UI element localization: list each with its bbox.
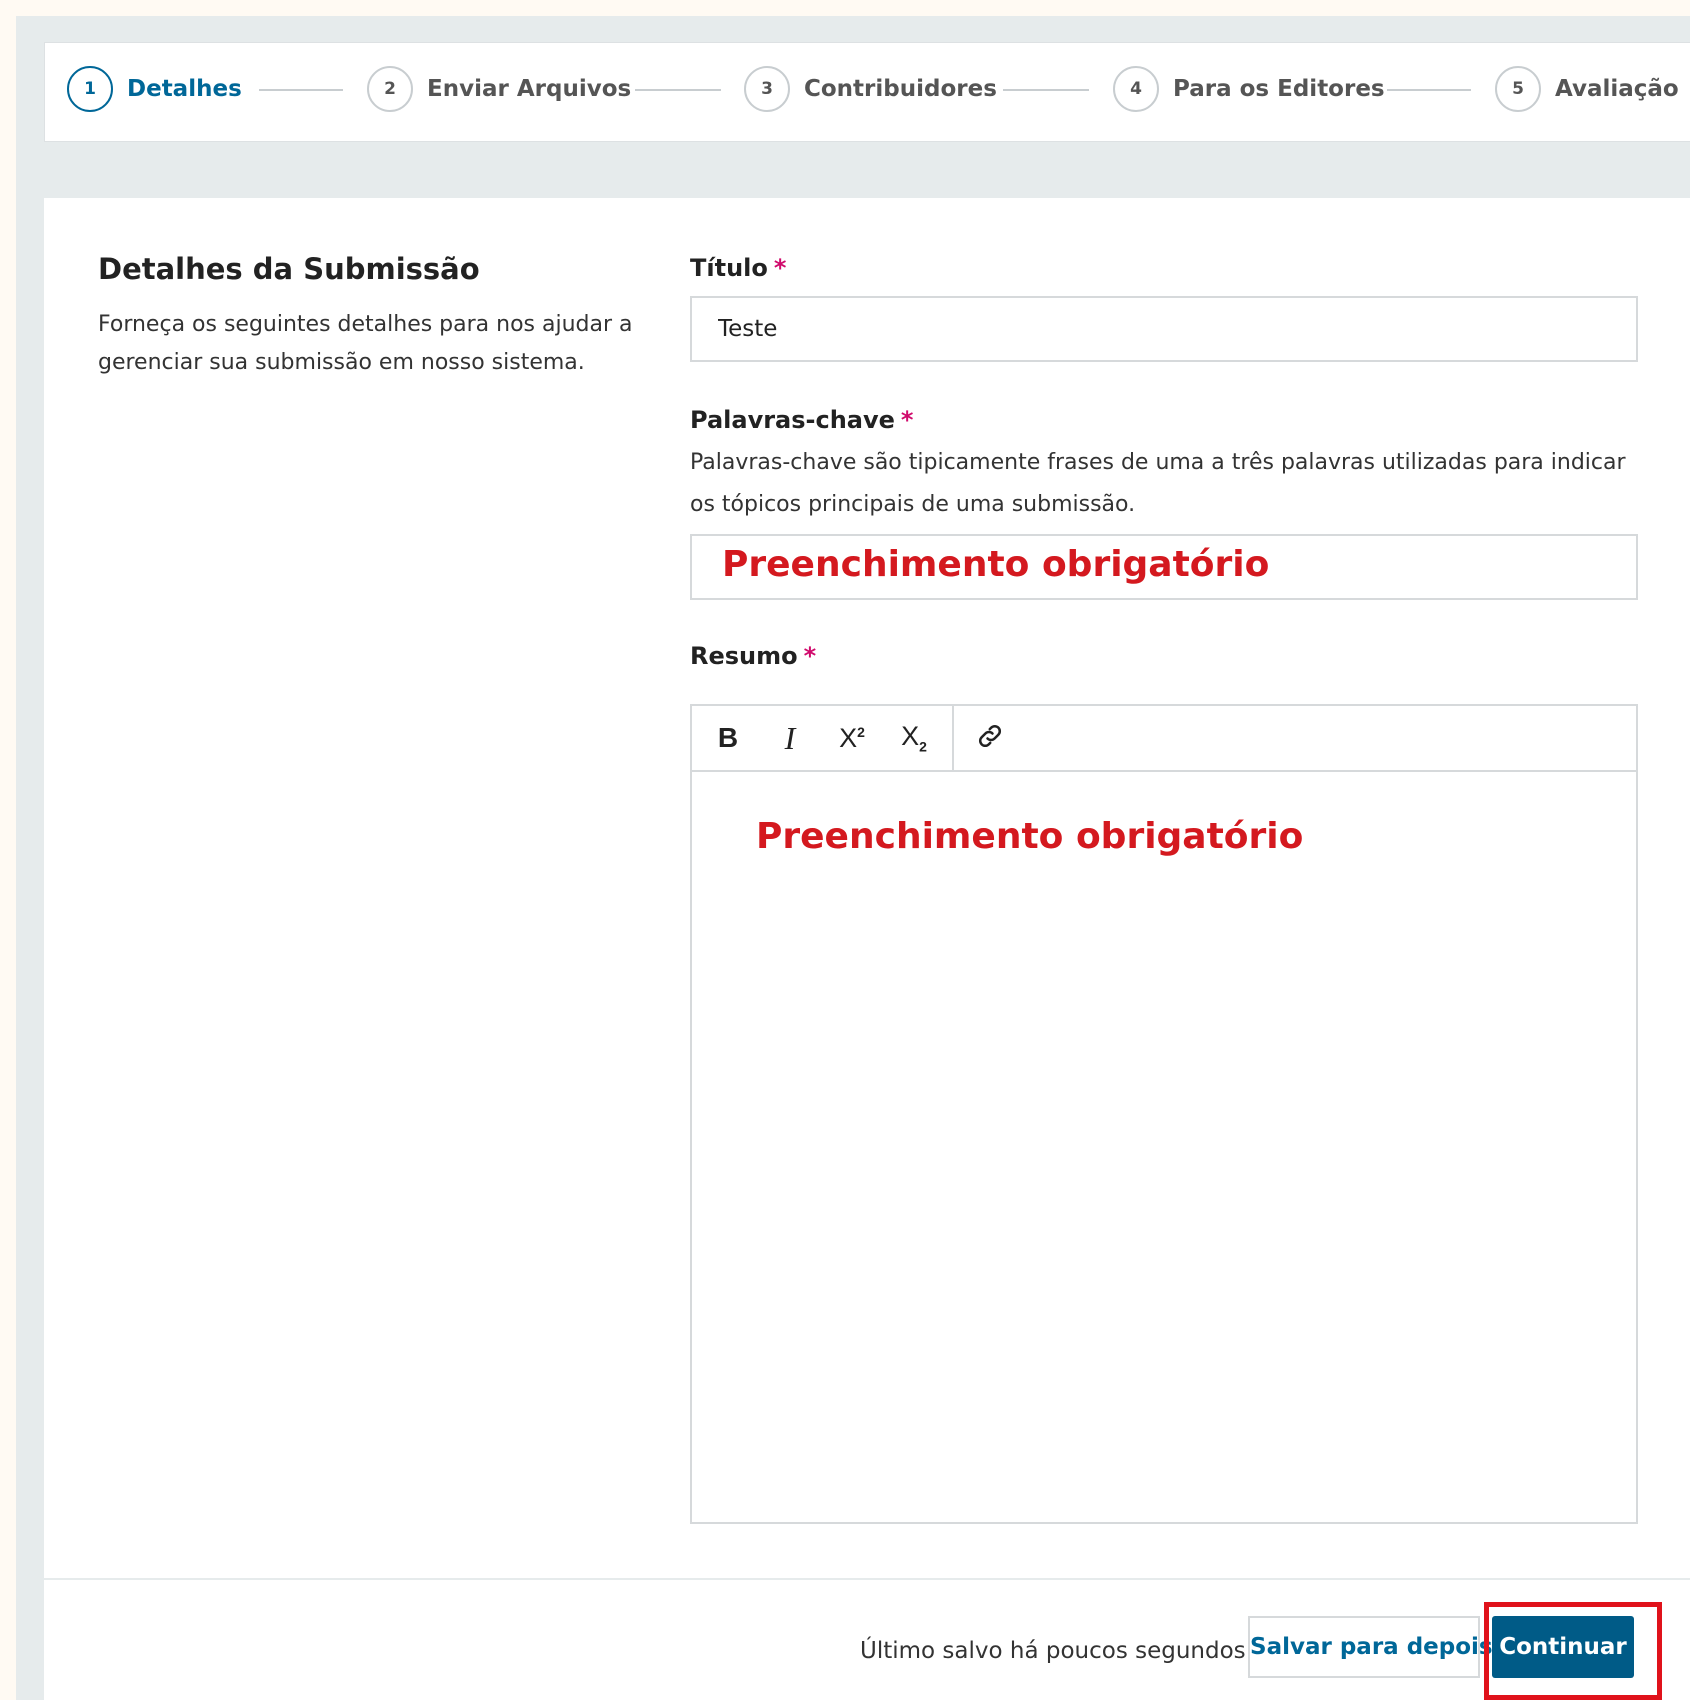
step-connector [1003, 89, 1089, 91]
link-button[interactable] [964, 712, 1016, 764]
step-para-os-editores[interactable]: 4 Para os Editores [1113, 64, 1385, 114]
steps-bar: 1 Detalhes 2 Enviar Arquivos 3 Contribui… [44, 42, 1690, 142]
save-for-later-button[interactable]: Salvar para depois [1248, 1616, 1493, 1678]
required-marker: * [803, 642, 817, 670]
step-label: Enviar Arquivos [427, 76, 632, 102]
step-label: Detalhes [127, 76, 242, 102]
subscript-button[interactable]: X2 [888, 712, 940, 764]
step-number: 3 [744, 66, 790, 112]
submission-wizard: 1 Detalhes 2 Enviar Arquivos 3 Contribui… [16, 16, 1690, 1700]
step-avaliacao[interactable]: 5 Avaliação [1495, 64, 1679, 114]
editor-toolbar: B I X2 X2 [692, 706, 1636, 772]
palavras-chave-annotation: Preenchimento obrigatório [722, 544, 1270, 585]
link-icon [975, 721, 1005, 755]
save-status: Último salvo há poucos segundos [860, 1638, 1246, 1664]
step-label: Avaliação [1555, 76, 1679, 102]
italic-icon: I [784, 719, 796, 756]
footer-divider [44, 1578, 1690, 1580]
italic-button[interactable]: I [764, 712, 816, 764]
palavras-chave-label-text: Palavras-chave [690, 406, 895, 434]
step-contribuidores[interactable]: 3 Contribuidores [744, 64, 997, 114]
step-label: Para os Editores [1173, 76, 1385, 102]
step-number: 5 [1495, 66, 1541, 112]
step-connector [635, 89, 721, 91]
required-marker: * [773, 254, 787, 282]
titulo-input[interactable] [690, 296, 1638, 362]
details-panel: Detalhes da Submissão Forneça os seguint… [44, 198, 1690, 1700]
resumo-label-text: Resumo [690, 642, 798, 670]
step-connector [259, 89, 343, 91]
resumo-editor: B I X2 X2 Preenchimento obrigatório [690, 704, 1638, 1524]
subscript-icon: X2 [901, 721, 927, 755]
resumo-textarea[interactable]: Preenchimento obrigatório [692, 772, 1636, 1522]
toolbar-separator [952, 706, 954, 770]
bold-button[interactable]: B [702, 712, 754, 764]
step-detalhes[interactable]: 1 Detalhes [67, 64, 242, 114]
step-number: 1 [67, 66, 113, 112]
titulo-label: Título * [690, 254, 786, 282]
superscript-icon: X2 [839, 722, 865, 753]
step-enviar-arquivos[interactable]: 2 Enviar Arquivos [367, 64, 631, 114]
section-description: Forneça os seguintes detalhes para nos a… [98, 312, 633, 375]
titulo-label-text: Título [690, 254, 768, 282]
step-number: 2 [367, 66, 413, 112]
palavras-chave-label: Palavras-chave * [690, 406, 913, 434]
step-connector [1387, 89, 1471, 91]
resumo-label: Resumo * [690, 642, 816, 670]
step-number: 4 [1113, 66, 1159, 112]
step-label: Contribuidores [804, 76, 997, 102]
superscript-button[interactable]: X2 [826, 712, 878, 764]
resumo-annotation: Preenchimento obrigatório [756, 816, 1304, 857]
required-marker: * [900, 406, 914, 434]
bold-icon: B [717, 722, 739, 753]
palavras-chave-description: Palavras-chave são tipicamente frases de… [690, 450, 1626, 517]
section-title: Detalhes da Submissão [98, 252, 480, 286]
continue-highlight-box [1484, 1602, 1662, 1700]
